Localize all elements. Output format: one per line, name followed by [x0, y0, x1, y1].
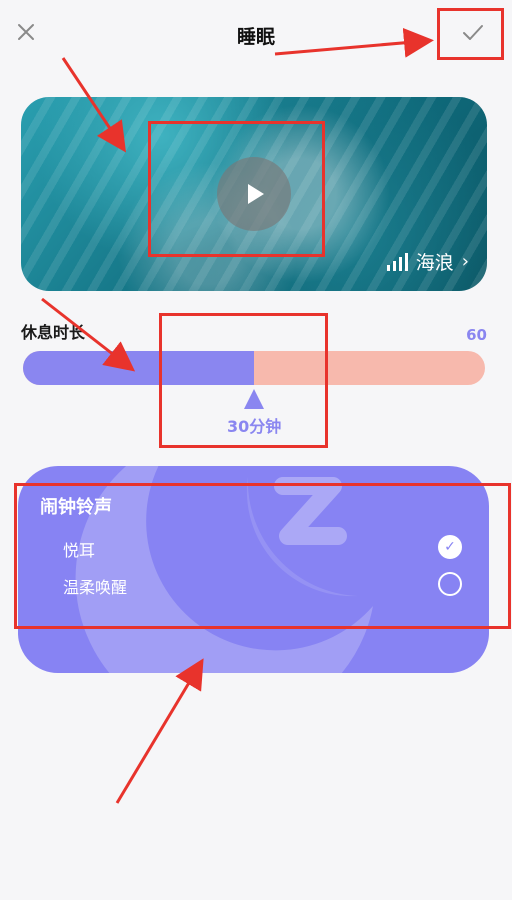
duration-slider-fill	[23, 351, 254, 385]
alarm-sound-card: 闹钟铃声 悦耳 ✓ 温柔唤醒	[18, 466, 489, 673]
duration-label: 休息时长	[21, 323, 86, 342]
duration-slider[interactable]	[23, 351, 485, 385]
radio-checked-icon[interactable]: ✓	[438, 535, 462, 559]
slider-thumb[interactable]	[244, 389, 264, 409]
sound-name: 海浪	[415, 252, 454, 274]
radio-unchecked-icon[interactable]	[438, 572, 462, 596]
check-icon	[463, 25, 483, 40]
sleep-settings-screen: 睡眠 海浪 › 休息时长 60 30分钟 闹钟铃声 悦耳 ✓ 温柔唤醒	[0, 0, 512, 900]
duration-value: 30分钟	[227, 417, 282, 436]
play-button[interactable]	[217, 157, 291, 231]
page-title: 睡眠	[236, 26, 275, 48]
sound-selector[interactable]: 海浪 ›	[386, 248, 469, 275]
play-icon	[248, 184, 264, 204]
option-label: 悦耳	[63, 541, 96, 560]
option-label: 温柔唤醒	[63, 578, 128, 597]
alarm-option-pleasant[interactable]: 悦耳 ✓	[18, 533, 489, 563]
sound-preview-card[interactable]: 海浪 ›	[21, 97, 487, 291]
confirm-button[interactable]	[458, 18, 488, 48]
annotation-arrow	[115, 658, 204, 804]
alarm-title: 闹钟铃声	[40, 497, 112, 518]
alarm-option-gentle-wake[interactable]: 温柔唤醒	[18, 570, 489, 600]
chevron-right-icon: ›	[461, 251, 469, 272]
sound-bars-icon	[386, 252, 408, 271]
duration-max-value: 60	[466, 326, 487, 344]
